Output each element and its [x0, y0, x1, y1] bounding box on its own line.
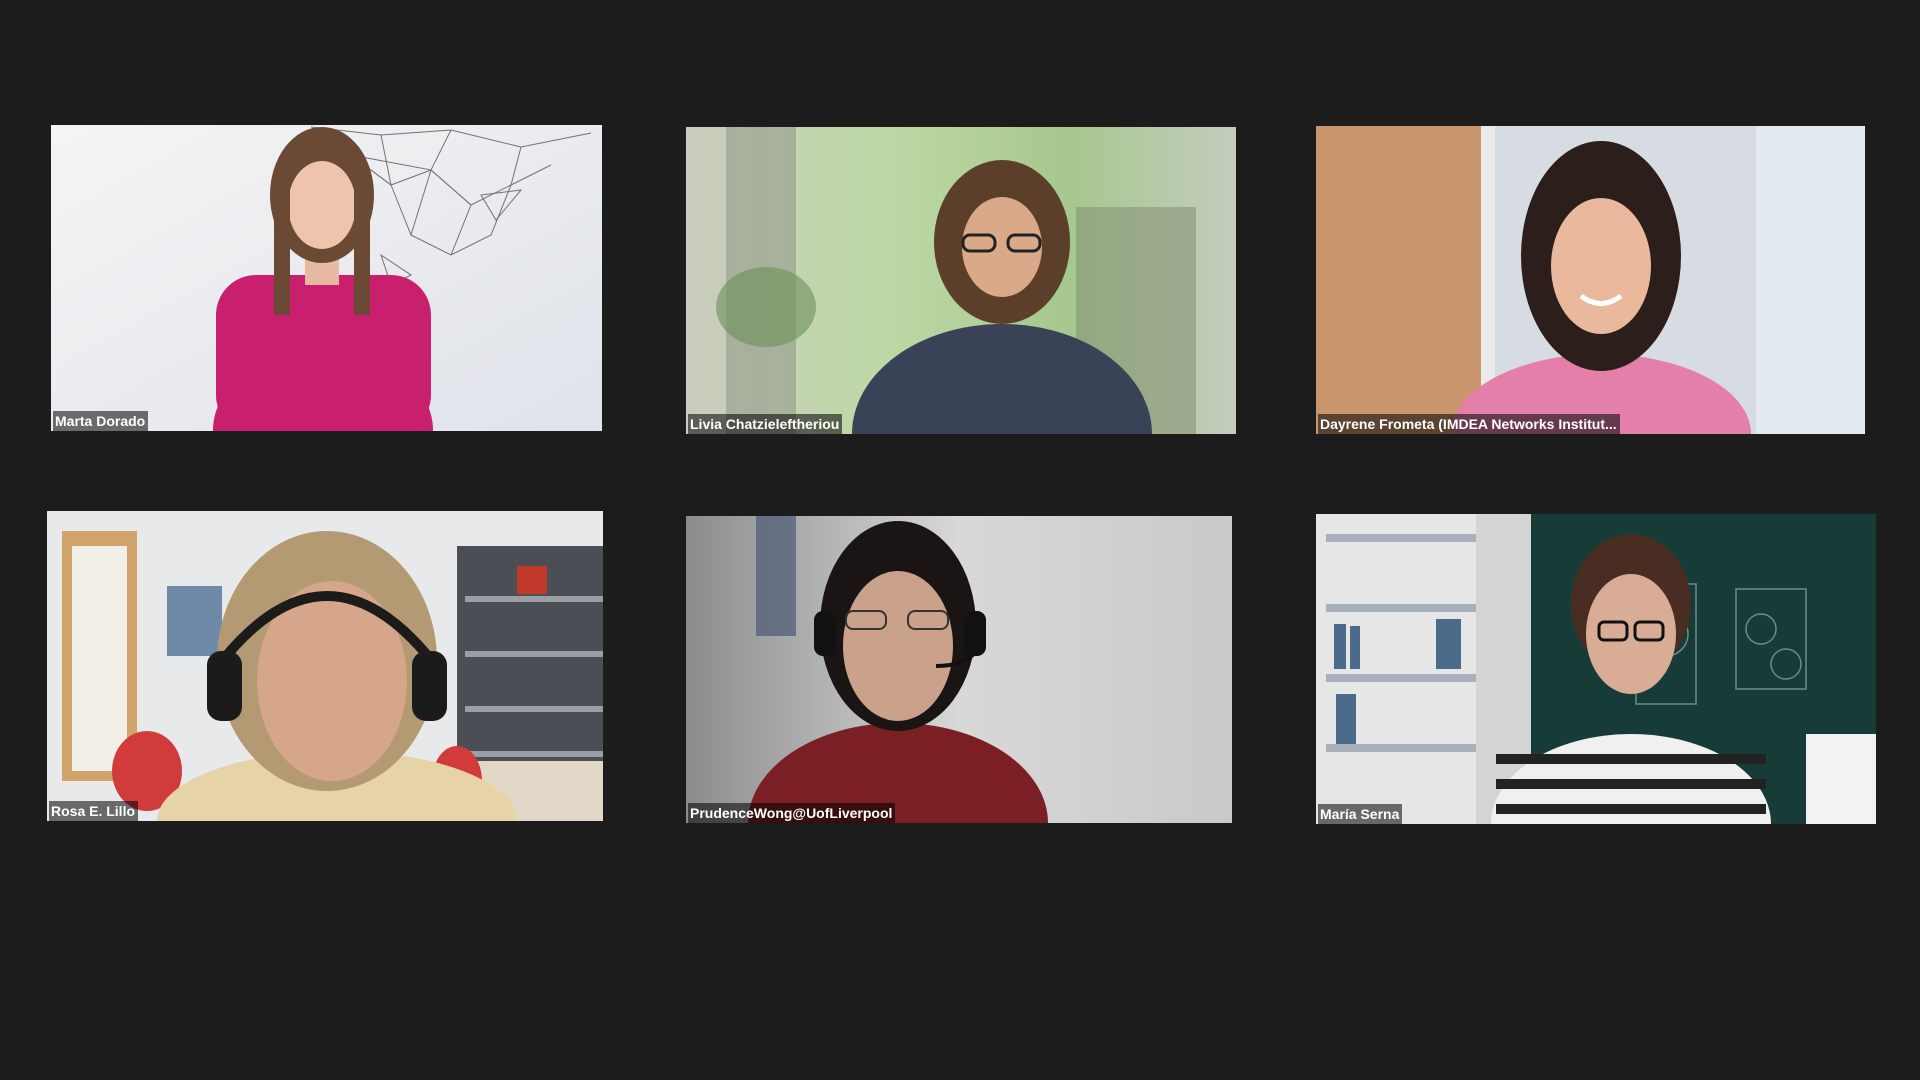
participant-video-tile[interactable]: Dayrene Frometa (IMDEA Networks Institut… [1316, 126, 1865, 434]
participant-name-label: Marta Dorado [53, 411, 149, 431]
participant-video [1316, 514, 1876, 824]
participant-video-tile[interactable]: Marta Dorado [51, 125, 602, 431]
participant-video-tile[interactable]: Rosa E. Lillo [47, 511, 603, 821]
participant-name-label: PrudenceWong@UofLiverpool [688, 803, 896, 823]
participant-video [1316, 126, 1865, 434]
participant-video [686, 516, 1232, 823]
participant-name-label: Dayrene Frometa (IMDEA Networks Institut… [1318, 414, 1620, 434]
participant-name-label: María Serna [1318, 804, 1403, 824]
participant-name-label: Livia Chatzieleftheriou [688, 414, 843, 434]
participant-video [51, 125, 602, 431]
participant-video-tile[interactable]: PrudenceWong@UofLiverpool [686, 516, 1232, 823]
participant-video [47, 511, 603, 821]
participant-video [686, 127, 1236, 434]
participant-name-label: Rosa E. Lillo [49, 801, 139, 821]
participant-video-tile[interactable]: María Serna [1316, 514, 1876, 824]
participant-video-tile[interactable]: Livia Chatzieleftheriou [686, 127, 1236, 434]
video-meeting-gallery: Marta Dorado Livia Chatzieleftheriou Day… [0, 0, 1920, 1080]
